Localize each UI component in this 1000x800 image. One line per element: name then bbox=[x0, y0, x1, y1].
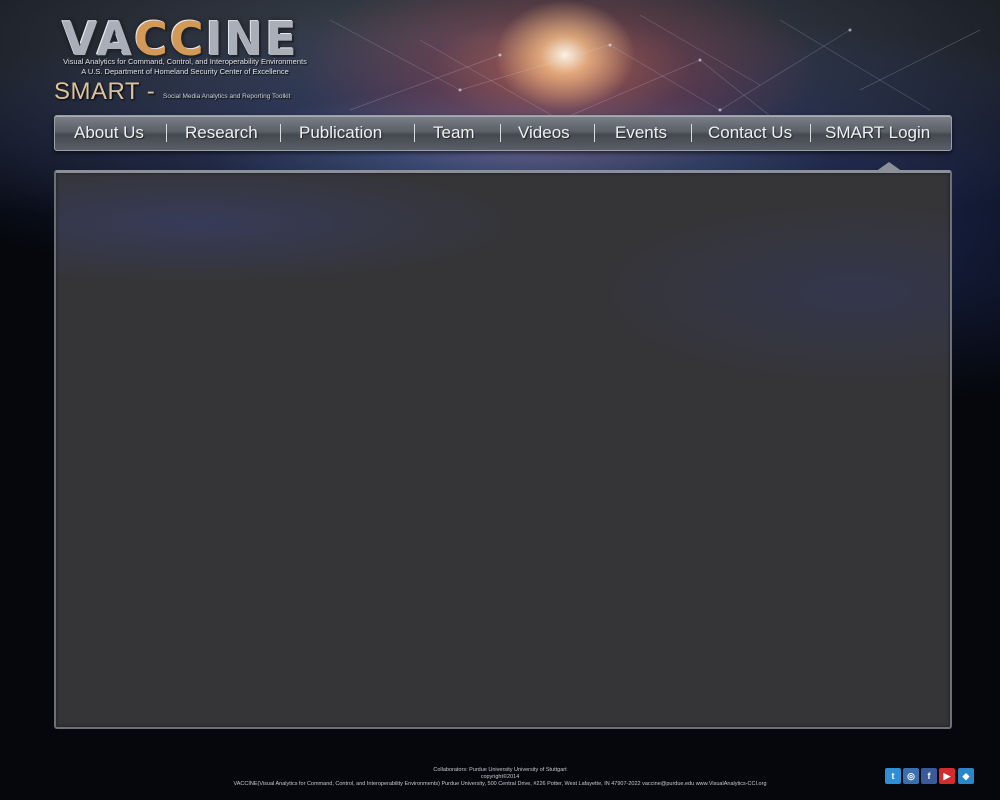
nav-smart-login[interactable]: SMART Login bbox=[825, 116, 930, 150]
footer-collaborators: Collaborators: Purdue University Univers… bbox=[433, 767, 567, 773]
product-subtitle: Social Media Analytics and Reporting Too… bbox=[163, 93, 291, 100]
nav-events[interactable]: Events bbox=[615, 116, 667, 150]
nav-separator bbox=[166, 124, 167, 142]
nav-separator bbox=[810, 124, 811, 142]
nav-contact-us[interactable]: Contact Us bbox=[708, 116, 792, 150]
nav-separator bbox=[691, 124, 692, 142]
link-icon[interactable]: ◆ bbox=[958, 768, 974, 784]
facebook-icon[interactable]: f bbox=[921, 768, 937, 784]
logo-tagline: Visual Analytics for Command, Control, a… bbox=[63, 57, 307, 66]
footer-copyright: copyright©2014 bbox=[480, 774, 520, 780]
nav-about-us[interactable]: About Us bbox=[74, 116, 144, 150]
nav-separator bbox=[280, 124, 281, 142]
nav-separator bbox=[414, 124, 415, 142]
footer-address: VACCINE(Visual Analytics for Command, Co… bbox=[233, 781, 767, 787]
logo-subtagline: A U.S. Department of Homeland Security C… bbox=[81, 67, 289, 76]
nav-publication[interactable]: Publication bbox=[299, 116, 382, 150]
main-navigation: About Us Research Publication Team Video… bbox=[54, 115, 952, 151]
instagram-icon[interactable]: ◎ bbox=[903, 768, 919, 784]
product-title: SMART - bbox=[54, 78, 156, 105]
nav-videos[interactable]: Videos bbox=[518, 116, 570, 150]
nav-team[interactable]: Team bbox=[433, 116, 475, 150]
nav-research[interactable]: Research bbox=[185, 116, 258, 150]
youtube-icon[interactable]: ▶ bbox=[939, 768, 955, 784]
twitter-icon[interactable]: t bbox=[885, 768, 901, 784]
nav-separator bbox=[594, 124, 595, 142]
nav-separator bbox=[500, 124, 501, 142]
main-content-panel bbox=[54, 170, 952, 729]
